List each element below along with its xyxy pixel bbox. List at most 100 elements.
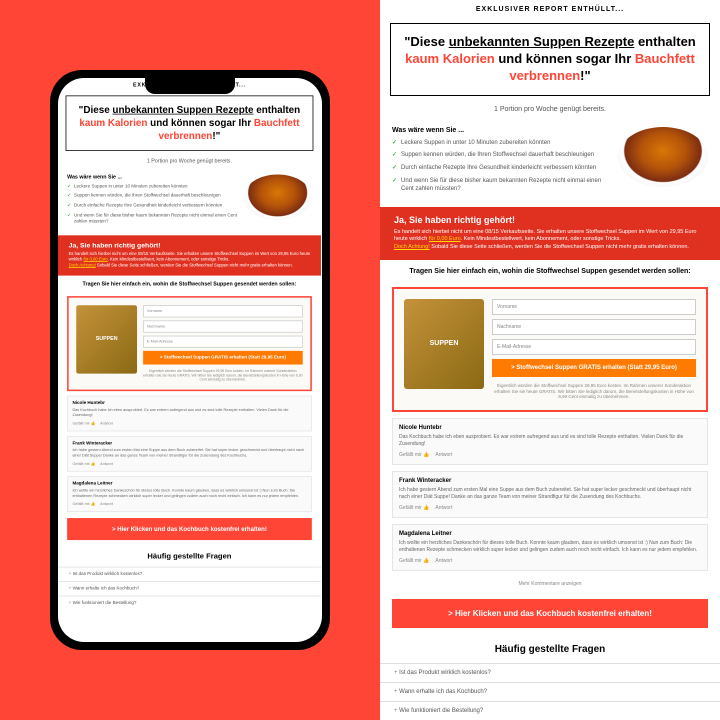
- like-button[interactable]: Gefällt mir 👍: [399, 452, 429, 458]
- testimonial-text: Ich habe gestern Abend zum ersten Mal ei…: [72, 448, 306, 459]
- testimonial-text: Ich wollte ein herzliches Dankeschön für…: [72, 489, 306, 500]
- book-image: [76, 305, 137, 373]
- testimonial: Magdalena Leitner Ich wollte ein herzlic…: [392, 524, 708, 571]
- firstname-input[interactable]: Vorname: [143, 305, 302, 317]
- thumb-up-icon: 👍: [423, 558, 429, 564]
- check-icon: ✓: [392, 140, 397, 148]
- benefits-row: Was wäre wenn Sie ... ✓Leckere Suppen in…: [380, 119, 720, 207]
- headline: "Diese unbekannten Suppen Rezepte enthal…: [74, 104, 305, 143]
- like-button[interactable]: Gefällt mir 👍: [399, 558, 429, 564]
- phone-notch: [145, 78, 235, 94]
- check-icon: ✓: [67, 213, 71, 225]
- lastname-input[interactable]: Nachname: [143, 320, 302, 332]
- optin-form: Vorname Nachname E-Mail-Adresse > Stoffw…: [392, 287, 708, 413]
- reply-button[interactable]: Antwort: [435, 452, 452, 458]
- phone-frame: EXKLUSIVER REPORT ENTHÜLLT... "Diese unb…: [50, 70, 330, 650]
- attention-body: Es handelt sich hierbei nicht um eine 08…: [394, 229, 706, 252]
- benefit-item: ✓Suppen kennen würden, die Ihren Stoffwe…: [67, 194, 237, 200]
- check-icon: ✓: [392, 152, 397, 160]
- reply-button[interactable]: Antwort: [100, 502, 113, 507]
- submit-button[interactable]: > Stoffwechsel Suppen GRATIS erhalten (S…: [492, 359, 696, 377]
- headline-box: "Diese unbekannten Suppen Rezepte enthal…: [390, 23, 710, 96]
- attention-title: Ja, Sie haben richtig gehört!: [394, 215, 706, 225]
- testimonial: Frank Winteracker Ich habe gestern Abend…: [67, 436, 312, 472]
- subline: 1 Portion pro Woche genügt bereits.: [380, 100, 720, 119]
- check-icon: ✓: [67, 204, 71, 210]
- check-icon: ✓: [392, 165, 397, 173]
- submit-button[interactable]: > Stoffwechsel Suppen GRATIS erhalten (S…: [143, 351, 302, 365]
- form-heading: Tragen Sie hier einfach ein, wohin die S…: [58, 275, 321, 292]
- thumb-up-icon: 👍: [423, 505, 429, 511]
- faq-item[interactable]: Wie funktioniert die Bestellung?: [58, 596, 321, 610]
- benefit-item: ✓Und wenn Sie für diese bisher kaum beka…: [67, 213, 237, 225]
- thumb-up-icon: 👍: [91, 462, 96, 467]
- faq-item[interactable]: Ist das Produkt wirklich kostenlos?: [58, 567, 321, 581]
- faq-heading: Häufig gestellte Fragen: [58, 546, 321, 567]
- headline-box: "Diese unbekannten Suppen Rezepte enthal…: [66, 95, 314, 150]
- like-button[interactable]: Gefällt mir 👍: [72, 422, 95, 427]
- testimonial: Frank Winteracker Ich habe gestern Abend…: [392, 471, 708, 518]
- faq-item[interactable]: Wie funktioniert die Bestellung?: [380, 701, 720, 720]
- check-icon: ✓: [67, 184, 71, 190]
- thumb-up-icon: 👍: [91, 502, 96, 507]
- like-button[interactable]: Gefällt mir 👍: [399, 505, 429, 511]
- thumb-up-icon: 👍: [423, 452, 429, 458]
- faq-heading: Häufig gestellte Fragen: [380, 636, 720, 663]
- form-disclaimer: Eigentlich würden die Stoffwechsel Suppe…: [492, 383, 696, 401]
- desktop-preview-panel: EXKLUSIVER REPORT ENTHÜLLT... "Diese unb…: [380, 0, 720, 720]
- reply-button[interactable]: Antwort: [435, 558, 452, 564]
- testimonial: Nicole Huntebr Das Kochbuch habe ich ebe…: [67, 396, 312, 432]
- reply-button[interactable]: Antwort: [100, 422, 113, 427]
- firstname-input[interactable]: Vorname: [492, 299, 696, 315]
- email-input[interactable]: E-Mail-Adresse: [492, 339, 696, 355]
- thumb-up-icon: 👍: [91, 422, 96, 427]
- main-cta-button[interactable]: > Hier Klicken und das Kochbuch kostenfr…: [392, 599, 708, 628]
- benefit-item: ✓Suppen kennen würden, die Ihren Stoffwe…: [392, 152, 610, 160]
- benefits-head: Was wäre wenn Sie ...: [67, 174, 237, 179]
- testimonial-name: Frank Winteracker: [72, 441, 306, 446]
- testimonial-text: Das Kochbuch habe ich eben ausprobiert. …: [72, 408, 306, 419]
- phone-screen: EXKLUSIVER REPORT ENTHÜLLT... "Diese unb…: [58, 78, 322, 642]
- attention-body: Es handelt sich hierbei nicht um eine 08…: [69, 252, 311, 270]
- benefit-item: ✓Durch einfache Rezepte Ihre Gesundheit …: [392, 165, 610, 173]
- like-button[interactable]: Gefällt mir 👍: [72, 502, 95, 507]
- faq-item[interactable]: Wann erhalte ich das Kochbuch?: [58, 581, 321, 595]
- benefits-row: Was wäre wenn Sie ... ✓Leckere Suppen in…: [58, 168, 321, 235]
- email-input[interactable]: E-Mail-Adresse: [143, 335, 302, 347]
- form-heading: Tragen Sie hier einfach ein, wohin die S…: [380, 260, 720, 283]
- testimonial-text: Ich habe gestern Abend zum ersten Mal ei…: [399, 487, 701, 501]
- lastname-input[interactable]: Nachname: [492, 319, 696, 335]
- testimonial-name: Frank Winteracker: [399, 478, 701, 484]
- testimonial: Nicole Huntebr Das Kochbuch habe ich ebe…: [392, 418, 708, 465]
- show-more-comments[interactable]: Mehr Kommentare anzeigen: [380, 577, 720, 591]
- benefit-item: ✓Durch einfache Rezepte Ihre Gesundheit …: [67, 204, 237, 210]
- testimonial-name: Magdalena Leitner: [399, 531, 701, 537]
- reply-button[interactable]: Antwort: [435, 505, 452, 511]
- benefit-item: ✓Leckere Suppen in unter 10 Minuten zube…: [67, 184, 237, 190]
- attention-bar: Ja, Sie haben richtig gehört! Es handelt…: [58, 235, 321, 275]
- testimonial-name: Nicole Huntebr: [72, 401, 306, 406]
- subline: 1 Portion pro Woche genügt bereits.: [58, 154, 321, 168]
- book-image: [404, 299, 484, 389]
- faq-item[interactable]: Wann erhalte ich das Kochbuch?: [380, 682, 720, 701]
- soup-bowl-image: [243, 174, 311, 220]
- faq-item[interactable]: Ist das Produkt wirklich kostenlos?: [380, 663, 720, 682]
- main-cta-button[interactable]: > Hier Klicken und das Kochbuch kostenfr…: [67, 518, 312, 540]
- phone-mockup-panel: EXKLUSIVER REPORT ENTHÜLLT... "Diese unb…: [0, 0, 380, 720]
- testimonial-text: Ich wollte ein herzliches Dankeschön für…: [399, 540, 701, 554]
- eyebrow: EXKLUSIVER REPORT ENTHÜLLT...: [380, 0, 720, 19]
- testimonial-name: Magdalena Leitner: [72, 482, 306, 487]
- optin-form: Vorname Nachname E-Mail-Adresse > Stoffw…: [67, 296, 312, 391]
- form-disclaimer: Eigentlich würden die Stoffwechsel Suppe…: [143, 369, 302, 382]
- check-icon: ✓: [392, 178, 397, 194]
- reply-button[interactable]: Antwort: [100, 462, 113, 467]
- testimonial: Magdalena Leitner Ich wollte ein herzlic…: [67, 476, 312, 512]
- testimonial-name: Nicole Huntebr: [399, 425, 701, 431]
- headline: "Diese unbekannten Suppen Rezepte enthal…: [401, 34, 699, 85]
- benefits-head: Was wäre wenn Sie ...: [392, 127, 610, 134]
- attention-title: Ja, Sie haben richtig gehört!: [69, 241, 311, 249]
- like-button[interactable]: Gefällt mir 👍: [72, 462, 95, 467]
- attention-bar: Ja, Sie haben richtig gehört! Es handelt…: [380, 207, 720, 260]
- benefit-item: ✓Und wenn Sie für diese bisher kaum beka…: [392, 178, 610, 194]
- check-icon: ✓: [67, 194, 71, 200]
